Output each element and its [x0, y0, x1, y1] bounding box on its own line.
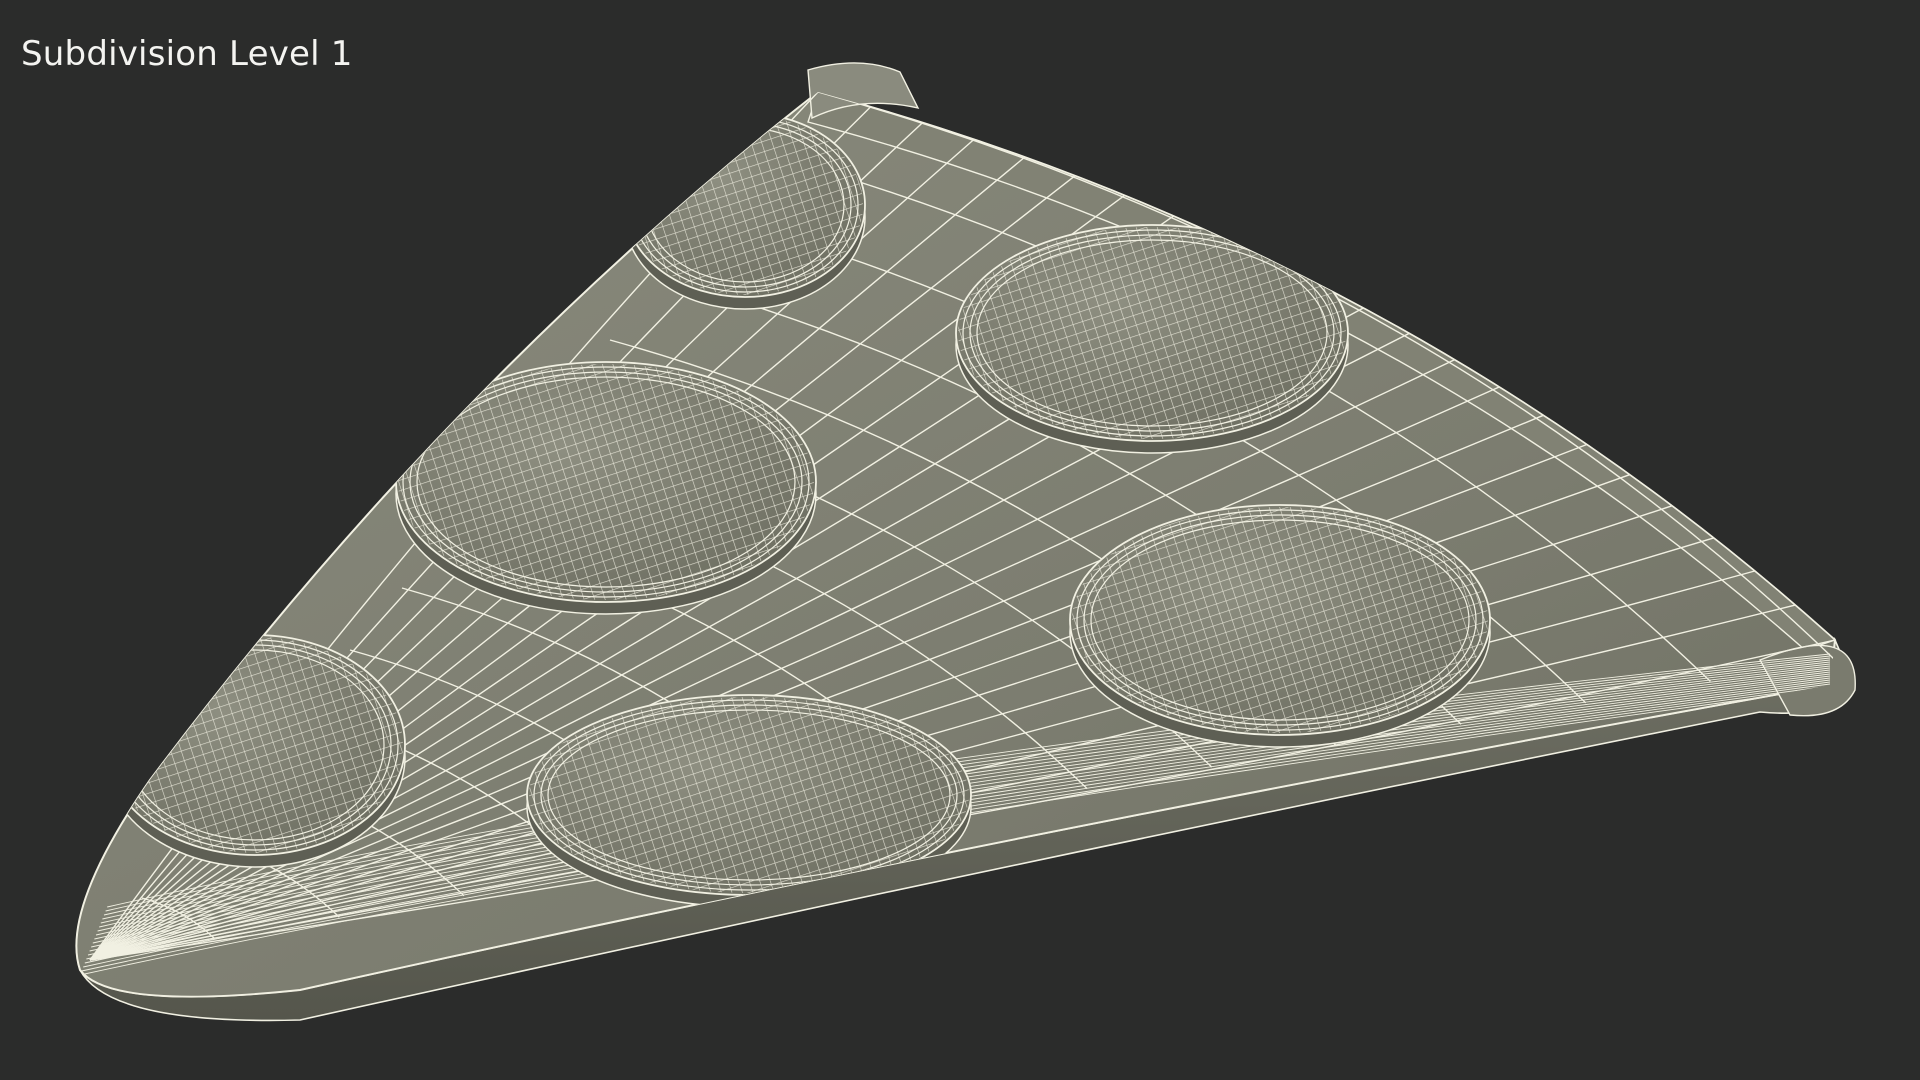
pepperoni-slice [104, 634, 406, 868]
pepperoni-slice [1069, 504, 1491, 748]
pepperoni-slice [955, 224, 1349, 454]
pizza-slice-wireframe-render [75, 62, 1856, 1022]
pepperoni-slice [624, 112, 866, 310]
pepperoni-slice [395, 361, 817, 615]
